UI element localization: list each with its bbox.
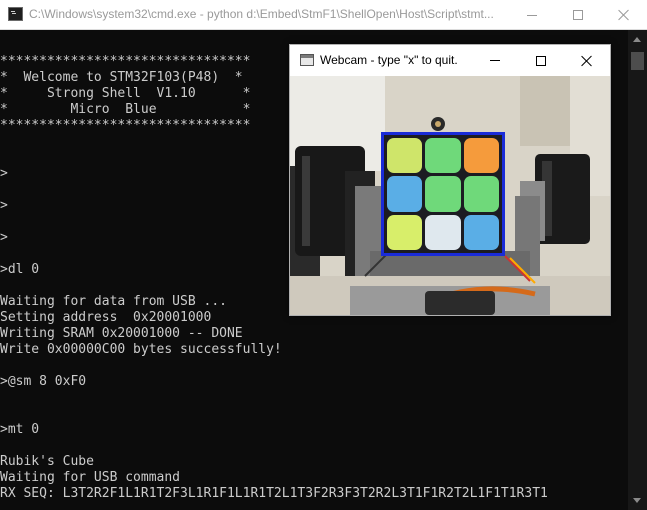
minimize-icon bbox=[490, 60, 500, 61]
close-icon bbox=[581, 55, 593, 67]
close-icon bbox=[618, 9, 630, 21]
webcam-titlebar[interactable]: Webcam - type "x" to quit. bbox=[290, 45, 610, 76]
cube-sticker bbox=[387, 214, 423, 250]
cube-sticker bbox=[463, 214, 499, 250]
webcam-close-button[interactable] bbox=[564, 45, 610, 76]
cube-detection-grid bbox=[381, 132, 505, 256]
cube-sticker bbox=[425, 138, 461, 174]
cube-sticker bbox=[387, 176, 423, 212]
webcam-minimize-button[interactable] bbox=[472, 45, 518, 76]
minimize-icon bbox=[527, 14, 537, 16]
console-line: Rubik's Cube bbox=[0, 454, 94, 469]
scroll-down-icon[interactable] bbox=[633, 498, 641, 503]
console-line: >@sm 8 0xF0 bbox=[0, 374, 87, 389]
maximize-icon bbox=[573, 10, 583, 20]
cube-sticker bbox=[463, 176, 499, 212]
webcam-window[interactable]: Webcam - type "x" to quit. bbox=[289, 44, 611, 316]
cube-sticker bbox=[463, 138, 499, 174]
scroll-up-icon[interactable] bbox=[633, 37, 641, 42]
window-title: C:\Windows\system32\cmd.exe - python d:\… bbox=[29, 7, 494, 21]
minimize-button[interactable] bbox=[509, 0, 555, 30]
webcam-title: Webcam - type "x" to quit. bbox=[320, 53, 458, 67]
console-line: Write 0x00000C00 bytes successfully! bbox=[0, 342, 282, 357]
cube-sticker bbox=[425, 176, 461, 212]
cube-sticker bbox=[425, 214, 461, 250]
console-line: RX SEQ: L3T2R2F1L1R1T2F3L1R1F1L1R1T2L1T3… bbox=[0, 486, 548, 501]
vertical-scrollbar[interactable] bbox=[628, 30, 647, 510]
cube-sticker bbox=[387, 138, 423, 174]
webcam-maximize-button[interactable] bbox=[518, 45, 564, 76]
maximize-icon bbox=[536, 55, 546, 66]
webcam-window-icon bbox=[300, 54, 314, 66]
console-line: Waiting for USB command bbox=[0, 470, 181, 485]
cmd-titlebar[interactable]: C:\Windows\system32\cmd.exe - python d:\… bbox=[0, 0, 647, 30]
webcam-feed bbox=[290, 76, 610, 315]
close-button[interactable] bbox=[601, 0, 647, 30]
console-line: Writing SRAM 0x20001000 -- DONE bbox=[0, 326, 243, 341]
console-line: >mt 0 bbox=[0, 422, 40, 437]
maximize-button[interactable] bbox=[555, 0, 601, 30]
console-icon bbox=[8, 7, 23, 21]
scroll-thumb[interactable] bbox=[631, 52, 644, 70]
